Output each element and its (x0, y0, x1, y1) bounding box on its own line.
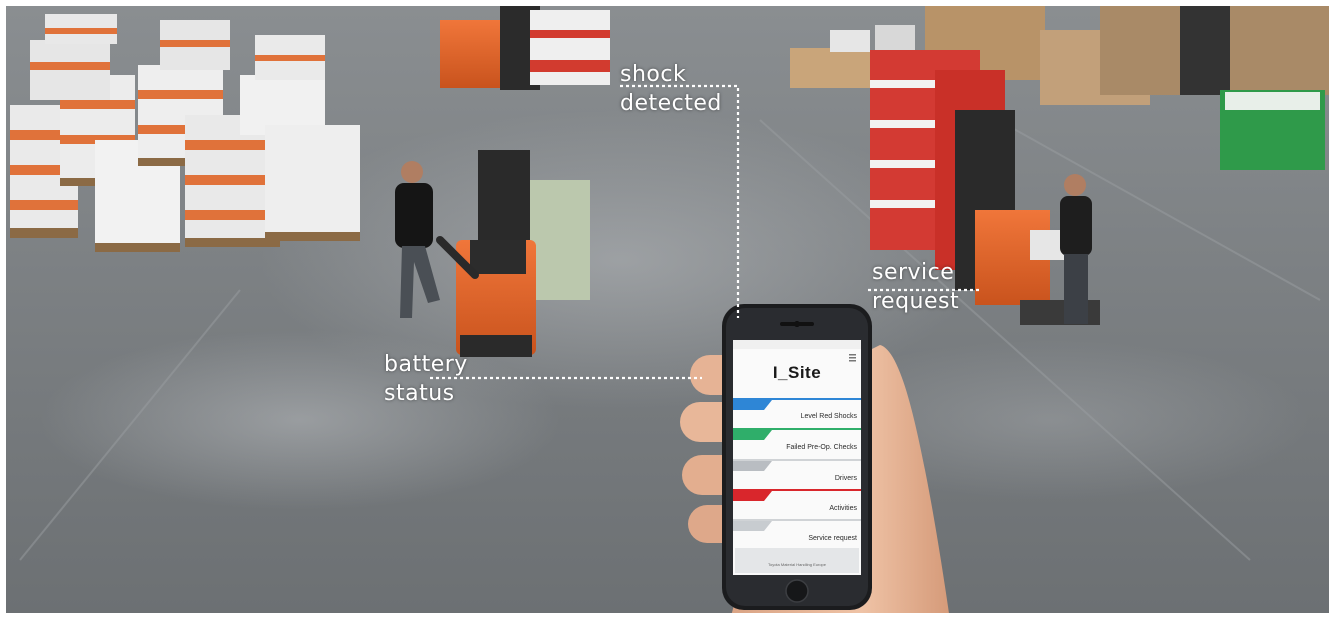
menu-item-failed-pre-op-checks[interactable]: Failed Pre-Op. Checks (733, 444, 857, 451)
service-label-line1: service (872, 260, 955, 285)
phone-footer-text: Toyota Material Handling Europe (767, 562, 827, 567)
service-label-line2: request (872, 289, 960, 314)
home-button[interactable] (785, 579, 809, 603)
menu-item-drivers[interactable]: Drivers (733, 475, 857, 482)
battery-label-line2: status (384, 381, 455, 406)
shock-detected-label: shock detected (620, 60, 722, 118)
menu-item-level-red-shocks[interactable]: Level Red Shocks (733, 413, 857, 420)
battery-status-label: battery status (384, 350, 468, 408)
app-logo-title: I_Site (772, 363, 822, 382)
menu-item-service-request[interactable]: Service request (733, 535, 857, 542)
left-pallet-stacks (10, 14, 360, 252)
shock-label-line1: shock (620, 62, 687, 87)
service-request-label: service request (872, 258, 959, 316)
menu-item-activities[interactable]: Activities (733, 505, 857, 512)
battery-label-line1: battery (384, 352, 468, 377)
shock-label-line2: detected (620, 91, 722, 116)
